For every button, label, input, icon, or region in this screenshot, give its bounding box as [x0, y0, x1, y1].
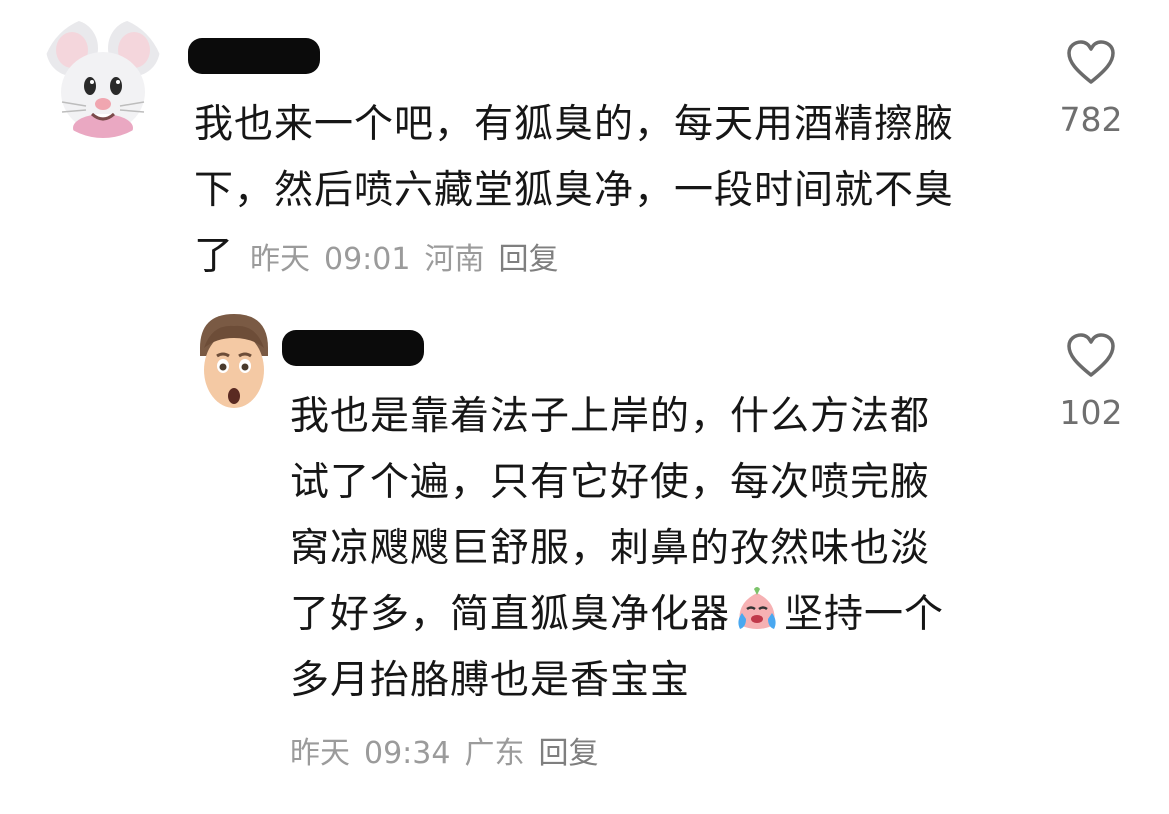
- comment-date: 昨天: [290, 736, 350, 771]
- comment-time: 09:34: [364, 736, 451, 771]
- comment-text-line: 了好多，简直狐臭净化器 坚持一个: [290, 582, 1010, 648]
- heart-icon: [1067, 333, 1115, 377]
- comment-text-segment: 坚持一个: [784, 592, 945, 637]
- like-button[interactable]: 102: [1051, 333, 1131, 433]
- comment-text-segment: 了好多，简直狐臭净化器: [290, 592, 731, 637]
- crying-face-emoji-icon: [732, 585, 782, 635]
- man-memoji-icon: [192, 308, 276, 418]
- reply-comment-item: I 我也是靠着法子上岸的，什么方法都 试了个遍，只有它好使，每次喷完腋 窝凉飕飕…: [0, 0, 1169, 814]
- comment-text-line: 窝凉飕飕巨舒服，刺鼻的孜然味也淡: [290, 526, 931, 571]
- username-redacted[interactable]: [282, 330, 424, 366]
- like-count: 102: [1059, 393, 1123, 432]
- comment-text-line: 试了个遍，只有它好使，每次喷完腋: [290, 460, 931, 505]
- comment-text: 我也是靠着法子上岸的，什么方法都 试了个遍，只有它好使，每次喷完腋 窝凉飕飕巨舒…: [290, 384, 1010, 714]
- comment-meta: 昨天 09:34 广东 回复: [290, 734, 612, 774]
- comment-location: 广东: [464, 736, 525, 771]
- reply-button[interactable]: 回复: [538, 736, 598, 771]
- user-avatar[interactable]: [192, 308, 276, 418]
- comment-text-line: 多月抬胳膊也是香宝宝: [290, 658, 691, 703]
- comment-text-line: 我也是靠着法子上岸的，什么方法都: [290, 394, 931, 439]
